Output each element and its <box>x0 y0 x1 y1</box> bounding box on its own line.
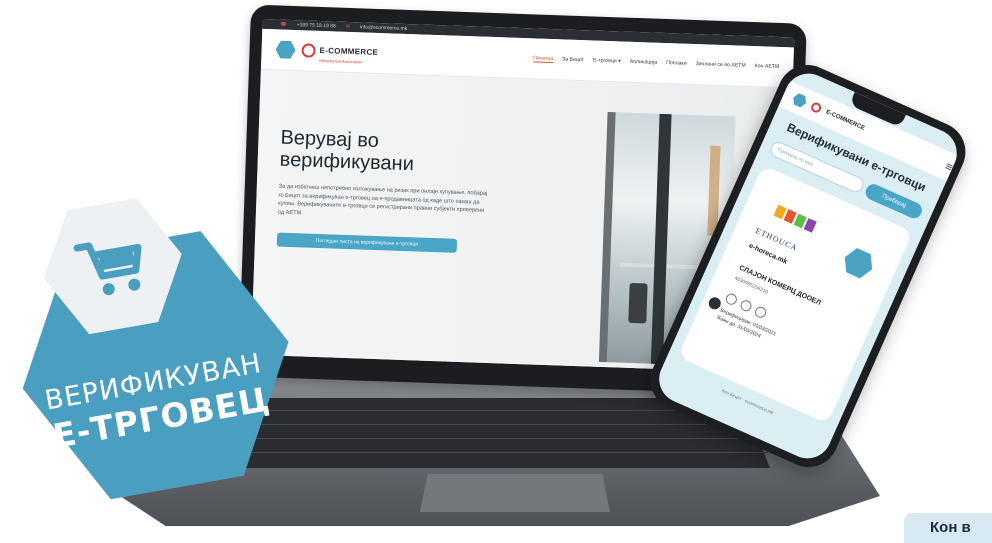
view-merchants-button[interactable]: Погледни листа на верификувани е-трговци <box>276 232 458 253</box>
verified-badge-icon <box>839 243 879 283</box>
info-icon <box>753 304 768 320</box>
contact-email[interactable]: info@ecommerce.mk <box>360 24 407 32</box>
nav-item-complaints[interactable]: Поплаки <box>666 60 687 68</box>
chevron-down-icon: ▾ <box>618 57 621 64</box>
mail-icon: ✉ <box>345 23 351 30</box>
nav-item-about-badge[interactable]: За Бецот <box>562 56 584 64</box>
verified-merchant-badge: ВЕРИФИКУВАН Е-ТРГОВЕЦ <box>0 169 319 532</box>
nav-menu: Почетна За Бецот Е-трговци ▾ Апликација … <box>533 54 780 71</box>
nav-item-application[interactable]: Апликација <box>630 58 658 66</box>
logo-brand: E-COMMERCE <box>319 45 379 57</box>
logo-block <box>803 218 817 233</box>
ecommerce-ring-icon <box>301 43 316 58</box>
ecommerce-ring-icon <box>809 101 823 115</box>
verified-badge-logo-icon[interactable] <box>275 39 296 60</box>
hamburger-icon[interactable]: ≡ <box>943 159 955 175</box>
logo-tagline: Macedonian Association <box>319 57 363 64</box>
hero-text: За да избегнеш непотребно изложување на … <box>277 183 488 217</box>
merchant-dates: Верифициран: 01/03/2021 Важи до: 31/03/2… <box>716 307 778 346</box>
hero-title: Верувај во верификувани <box>279 126 415 176</box>
merchant-company: СЛАЈОН КОМЕРЦ ДООЕЛ <box>737 264 822 307</box>
shield-icon <box>724 291 739 307</box>
verified-badge-logo-icon[interactable] <box>790 91 808 109</box>
nav-item-home[interactable]: Почетна <box>533 54 554 63</box>
office-chair <box>628 282 648 324</box>
to-aetm-tab-label: Кон в <box>930 519 971 536</box>
nav-item-join[interactable]: Зачлени се во АЕТМ <box>696 61 746 70</box>
merchant-logo <box>773 204 817 233</box>
laptop-trackpad <box>420 474 610 512</box>
nav-item-merchants[interactable]: Е-трговци ▾ <box>593 57 621 65</box>
nav-item-merchants-label: Е-трговци <box>592 56 617 64</box>
office-pillar <box>650 113 672 365</box>
phone-logo-text[interactable]: E-COMMERCE <box>825 109 866 131</box>
shopping-cart-icon <box>73 242 142 296</box>
contact-phone[interactable]: +389 75 18 19 88 <box>297 22 336 29</box>
ecommerce-logo[interactable]: E-COMMERCE Macedonian Association <box>301 39 378 65</box>
lock-icon <box>738 298 754 313</box>
phone-icon: ☎ <box>280 21 287 28</box>
nav-item-to-aetm[interactable]: Кон АЕТМ <box>755 63 780 71</box>
